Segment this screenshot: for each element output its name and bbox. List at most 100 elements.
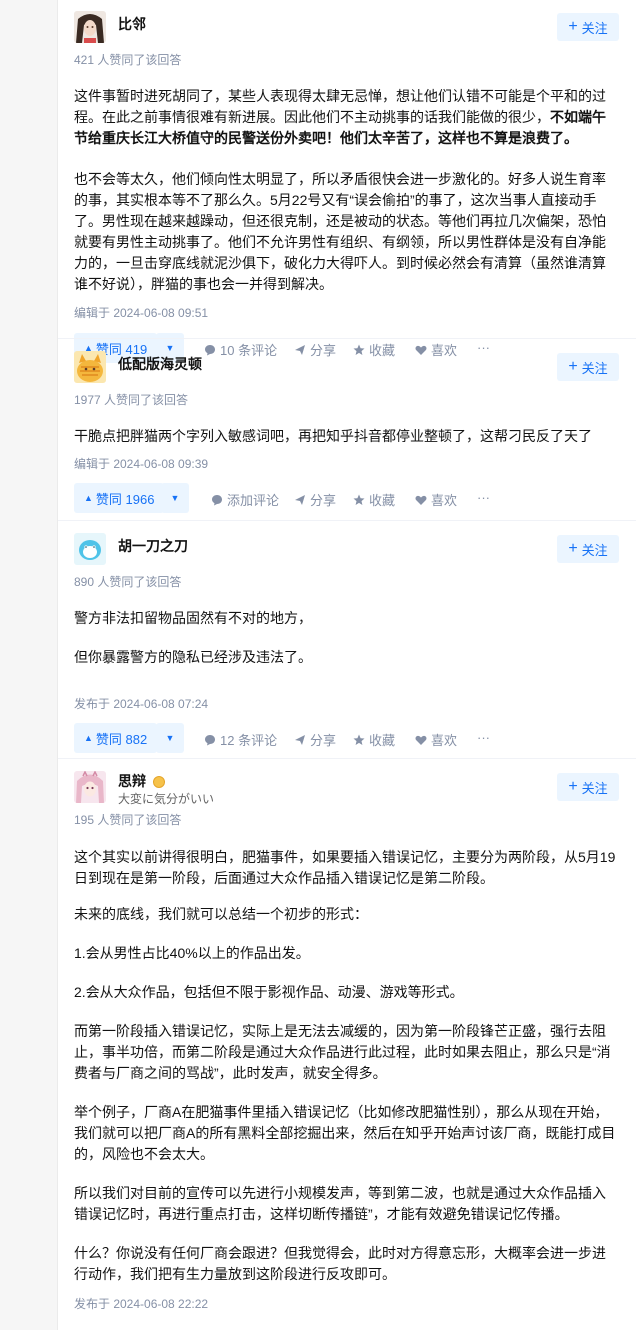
collect-label: 收藏 bbox=[369, 733, 396, 748]
avatar[interactable] bbox=[74, 533, 106, 565]
follow-button[interactable]: + 关注 bbox=[557, 535, 619, 563]
paragraph: 2.会从大众作品，包括但不限于影视作品、动漫、游戏等形式。 bbox=[74, 984, 464, 1000]
like-label: 喜欢 bbox=[431, 493, 458, 508]
edited-time[interactable]: 编辑于 2024-06-08 09:39 bbox=[74, 455, 619, 472]
plus-icon: + bbox=[568, 18, 578, 35]
author-name[interactable]: 比邻 bbox=[118, 14, 146, 34]
triangle-down-icon: ▼ bbox=[165, 733, 175, 743]
like-label: 喜欢 bbox=[431, 733, 458, 748]
paragraph: 而第一阶段插入错误记忆，实际上是无法去减缓的，因为第一阶段锋芒正盛，强行去阻止，… bbox=[74, 1023, 611, 1081]
more-button[interactable]: ··· bbox=[477, 490, 490, 505]
follow-button[interactable]: + 关注 bbox=[557, 13, 619, 41]
answer-item: 低配版海灵顿 + 关注 1977 人赞同了该回答 干脆点把胖猫两个字列入敏感词吧… bbox=[74, 351, 619, 513]
follow-label: 关注 bbox=[581, 542, 608, 558]
vote-label: 赞同 1966 bbox=[95, 491, 155, 507]
paragraph: 干脆点把胖猫两个字列入敏感词吧，再把知乎抖音都停业整顿了，这帮刁民反了天了 bbox=[74, 428, 592, 444]
paragraph: 这个其实以前讲得很明白，肥猫事件，如果要插入错误记忆，主要分为两阶段，从5月19… bbox=[74, 849, 616, 886]
badge-icon[interactable] bbox=[153, 775, 166, 788]
vote-down-button[interactable]: ▼ bbox=[161, 483, 189, 513]
answer-item: 胡一刀之刀 + 关注 890 人赞同了该回答 警方非法扣留物品固然有不对的地方，… bbox=[74, 533, 619, 753]
paragraph: 这件事暂时进死胡同了，某些人表现得太肆无忌惮，想让他们认错不可能是个平和的过程。… bbox=[74, 86, 619, 149]
action-bar: ▲ 赞同 882 ▼ 12 条评论 分享 收藏 喜欢 ··· bbox=[74, 723, 619, 753]
action-bar: ▲ 赞同 1966 ▼ 添加评论 分享 收藏 喜欢 ··· bbox=[74, 483, 619, 513]
plus-icon: + bbox=[568, 540, 578, 557]
answer-content: 警方非法扣留物品固然有不对的地方， 但你暴露警方的隐私已经涉及违法了。 bbox=[74, 608, 619, 668]
author-name[interactable]: 胡一刀之刀 bbox=[118, 536, 188, 556]
follow-label: 关注 bbox=[581, 360, 608, 376]
follow-button[interactable]: + 关注 bbox=[557, 773, 619, 801]
collect-button[interactable]: 收藏 bbox=[353, 490, 395, 509]
avatar[interactable] bbox=[74, 11, 106, 43]
vote-up-button[interactable]: ▲ 赞同 1966 bbox=[74, 483, 165, 513]
edited-time[interactable]: 编辑于 2024-06-08 09:51 bbox=[74, 304, 619, 321]
comment-button[interactable]: 添加评论 bbox=[211, 490, 279, 509]
share-label: 分享 bbox=[310, 493, 337, 508]
vote-down-button[interactable]: ▼ bbox=[156, 723, 184, 753]
triangle-up-icon: ▲ bbox=[84, 733, 93, 743]
avatar[interactable] bbox=[74, 351, 106, 383]
author-headline: 大変に気分がいい bbox=[118, 792, 215, 806]
paragraph: 什么？你说没有任何厂商会跟进？但我觉得会，此时对方得意忘形，大概率会进一步进行动… bbox=[74, 1245, 606, 1282]
share-button[interactable]: 分享 bbox=[294, 730, 336, 749]
answer-item: 思辩 大変に気分がいい + 关注 195 人赞同了该回答 这个其实以前讲得很明白… bbox=[74, 771, 619, 1312]
answer-content: 干脆点把胖猫两个字列入敏感词吧，再把知乎抖音都停业整顿了，这帮刁民反了天了 bbox=[74, 426, 619, 447]
star-icon bbox=[353, 494, 365, 505]
divider bbox=[58, 758, 636, 759]
share-label: 分享 bbox=[310, 733, 337, 748]
answer-list: 比邻 + 关注 421 人赞同了该回答 这件事暂时进死胡同了，某些人表现得太肆无… bbox=[57, 0, 636, 1330]
paragraph: 1.会从男性占比40%以上的作品出发。 bbox=[74, 945, 310, 961]
comment-icon bbox=[205, 734, 215, 745]
like-button[interactable]: 喜欢 bbox=[415, 730, 457, 749]
collect-button[interactable]: 收藏 bbox=[353, 730, 395, 749]
triangle-down-icon: ▼ bbox=[170, 493, 180, 503]
answer-content: 这个其实以前讲得很明白，肥猫事件，如果要插入错误记忆，主要分为两阶段，从5月19… bbox=[74, 847, 619, 1285]
divider bbox=[58, 520, 636, 521]
paragraph: 举个例子，厂商A在肥猫事件里插入错误记忆（比如修改肥猫性别），那么从现在开始，我… bbox=[74, 1104, 616, 1162]
comment-button[interactable]: 12 条评论 bbox=[204, 730, 277, 749]
comment-label: 添加评论 bbox=[227, 493, 280, 508]
follow-button[interactable]: + 关注 bbox=[557, 353, 619, 381]
share-icon bbox=[295, 734, 305, 745]
paragraph: 未来的底线，我们就可以总结一个初步的形式： bbox=[74, 906, 368, 922]
paragraph: 也不会等太久，他们倾向性太明显了，所以矛盾很快会进一步激化的。好多人说生育率的事… bbox=[74, 171, 606, 292]
edited-time[interactable]: 发布于 2024-06-08 07:24 bbox=[74, 695, 619, 712]
more-icon: ··· bbox=[477, 490, 490, 505]
more-icon: ··· bbox=[477, 730, 490, 745]
author-row: 比邻 + 关注 bbox=[74, 11, 619, 45]
paragraph: 所以我们对目前的宣传可以先进行小规模发声，等到第二波，也就是通过大众作品插入错误… bbox=[74, 1185, 606, 1222]
share-button[interactable]: 分享 bbox=[294, 490, 336, 509]
votes-line: 195 人赞同了该回答 bbox=[74, 813, 182, 827]
answer-item: 比邻 + 关注 421 人赞同了该回答 这件事暂时进死胡同了，某些人表现得太肆无… bbox=[74, 11, 619, 363]
author-name-row: 思辩 bbox=[118, 771, 166, 791]
plus-icon: + bbox=[568, 358, 578, 375]
avatar[interactable] bbox=[74, 771, 106, 803]
heart-icon bbox=[415, 495, 427, 505]
divider bbox=[58, 338, 636, 339]
more-button[interactable]: ··· bbox=[477, 730, 490, 745]
author-name[interactable]: 低配版海灵顿 bbox=[118, 354, 202, 374]
plus-icon: + bbox=[568, 778, 578, 795]
paragraph: 但你暴露警方的隐私已经涉及违法了。 bbox=[74, 649, 312, 665]
edited-time[interactable]: 发布于 2024-06-08 22:22 bbox=[74, 1295, 619, 1312]
author-row: 胡一刀之刀 + 关注 bbox=[74, 533, 619, 567]
triangle-up-icon: ▲ bbox=[84, 493, 93, 503]
votes-line: 421 人赞同了该回答 bbox=[74, 53, 182, 67]
star-icon bbox=[353, 734, 365, 745]
author-row: 低配版海灵顿 + 关注 bbox=[74, 351, 619, 385]
paragraph: 警方非法扣留物品固然有不对的地方， bbox=[74, 610, 312, 626]
author-row: 思辩 大変に気分がいい + 关注 bbox=[74, 771, 619, 806]
collect-label: 收藏 bbox=[369, 493, 396, 508]
votes-line: 890 人赞同了该回答 bbox=[74, 575, 182, 589]
like-button[interactable]: 喜欢 bbox=[415, 490, 457, 509]
votes-line: 1977 人赞同了该回答 bbox=[74, 393, 189, 407]
vote-label: 赞同 882 bbox=[95, 731, 148, 747]
follow-label: 关注 bbox=[581, 780, 608, 796]
comment-icon bbox=[212, 494, 222, 505]
follow-label: 关注 bbox=[581, 20, 608, 36]
heart-icon bbox=[415, 735, 427, 745]
vote-up-button[interactable]: ▲ 赞同 882 bbox=[74, 723, 158, 753]
share-icon bbox=[295, 494, 305, 505]
paragraph-text: 这件事暂时进死胡同了，某些人表现得太肆无忌惮，想让他们认错不可能是个平和的过程。… bbox=[74, 88, 606, 125]
comment-label: 12 条评论 bbox=[220, 733, 278, 748]
author-name[interactable]: 思辩 bbox=[118, 771, 146, 791]
